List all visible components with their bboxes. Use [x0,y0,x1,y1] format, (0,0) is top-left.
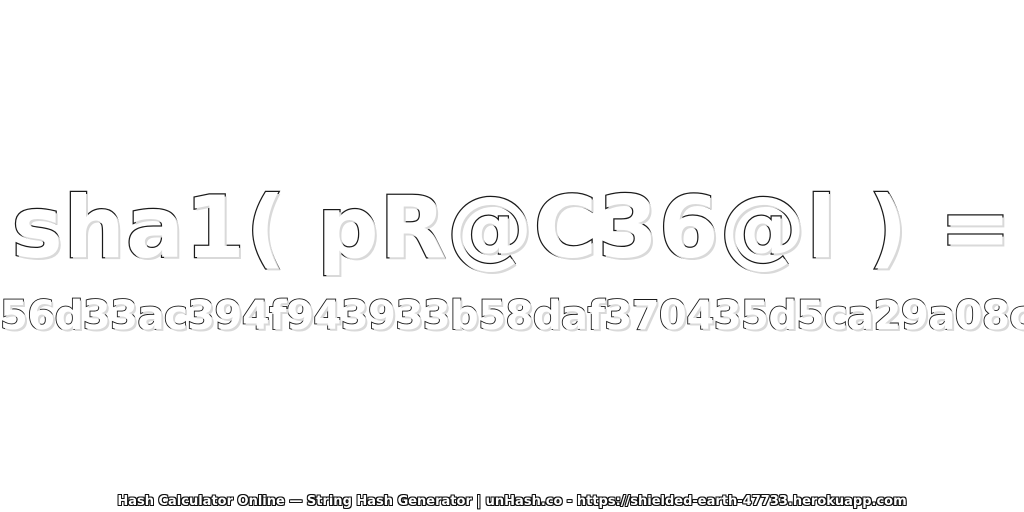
hash-expression-title: sha1( pR@C36@l ) = [10,177,1013,280]
hash-result: 56d33ac394f943933b58daf370435d5ca29a08cc [0,292,1024,340]
site-footer-credit: Hash Calculator Online — String Hash Gen… [117,494,907,509]
